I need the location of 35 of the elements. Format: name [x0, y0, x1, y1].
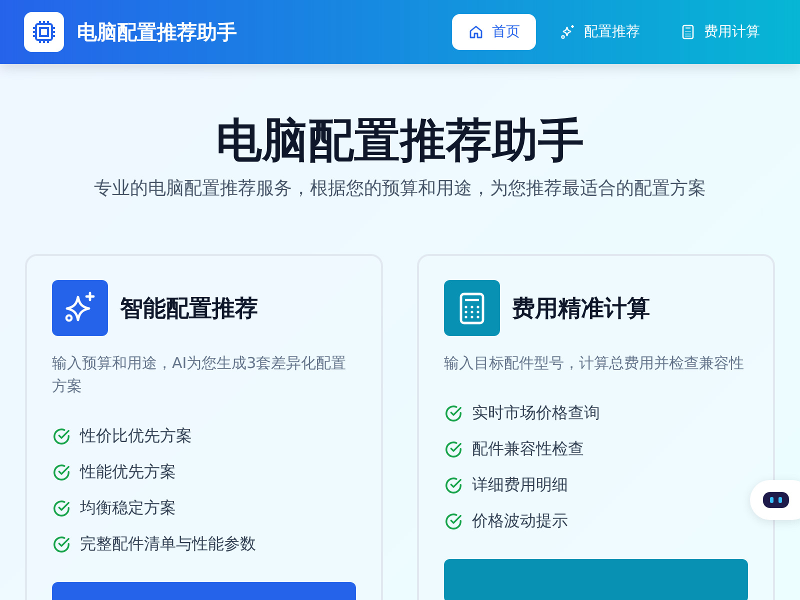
- check-circle-icon: [444, 440, 463, 458]
- card-description: 输入目标配件型号，计算总费用并检查兼容性: [444, 353, 745, 374]
- feature-text: 配件兼容性检查: [472, 438, 584, 460]
- feature-text: 性能优先方案: [80, 462, 176, 482]
- check-circle-icon: [444, 404, 463, 422]
- home-icon: [468, 24, 484, 40]
- check-circle-icon: [444, 512, 463, 530]
- card-description: 输入预算和用途，AI为您生成3套差异化配置方案: [52, 353, 348, 397]
- page-subtitle: 专业的电脑配置推荐服务，根据您的预算和用途，为您推荐最适合的配置方案: [93, 177, 707, 200]
- feature-text: 实时市场价格查询: [472, 402, 600, 424]
- card-action-button[interactable]: [444, 559, 748, 600]
- card-title: 费用精准计算: [512, 294, 650, 324]
- check-circle-icon: [52, 498, 71, 518]
- feature-text: 价格波动提示: [472, 510, 568, 532]
- app-title: 电脑配置推荐助手: [77, 18, 237, 46]
- page-heading: 电脑配置推荐助手: [215, 112, 585, 169]
- calculator-icon: [680, 24, 696, 40]
- feature-text: 均衡稳定方案: [80, 498, 176, 518]
- check-circle-icon: [444, 476, 463, 494]
- chip-icon: [24, 12, 64, 52]
- sparkle-icon: [560, 24, 576, 40]
- feature-text: 完整配件清单与性能参数: [80, 534, 256, 554]
- robot-icon: [762, 490, 790, 510]
- card-title: 智能配置推荐: [120, 294, 258, 324]
- check-circle-icon: [52, 462, 71, 482]
- feature-text: 性价比优先方案: [80, 426, 192, 446]
- feature-text: 详细费用明细: [472, 474, 568, 496]
- nav-tab[interactable]: 首页: [452, 14, 536, 50]
- nav-tab[interactable]: 配置推荐: [544, 14, 656, 50]
- sparkle-icon: [52, 280, 108, 336]
- nav-tab[interactable]: 费用计算: [664, 14, 776, 50]
- check-circle-icon: [52, 426, 71, 446]
- calculator-icon: [444, 280, 500, 336]
- check-circle-icon: [52, 534, 71, 554]
- assistant-button[interactable]: [750, 480, 800, 520]
